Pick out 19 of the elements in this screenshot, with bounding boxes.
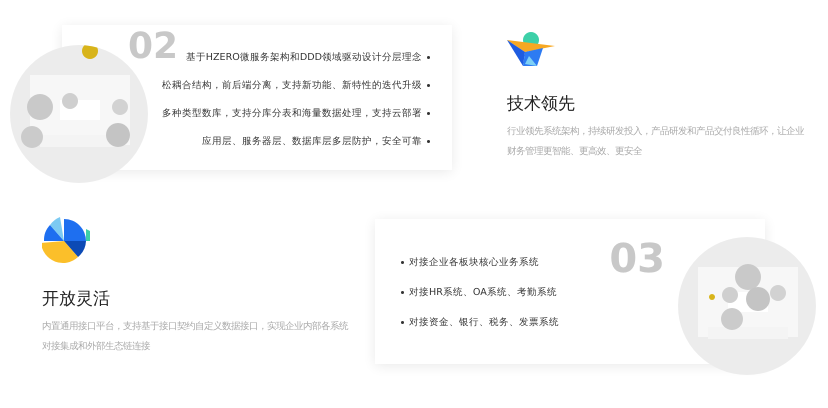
bullet-icon	[427, 140, 430, 143]
bullet-icon	[427, 56, 430, 59]
bullet-point: 对接资金、银行、税务、发票系统	[409, 316, 559, 330]
bullet-icon	[401, 321, 404, 324]
feature-description: 行业领先系统架构，持续研发投入，产品研发和产品交付良性循环，让企业财务管理更智能、更高效、更安全	[507, 125, 806, 159]
bullet-point: 应用层、服务器层、数据库层多层防护，安全可靠	[202, 135, 422, 149]
feature-title: 技术领先	[507, 93, 575, 116]
pie-chart-icon	[42, 217, 90, 265]
bullet-point: 多种类型数库，支持分库分表和海量数据处理，支持云部署	[162, 107, 422, 121]
bullet-icon	[401, 261, 404, 264]
feature-description: 内置通用接口平台，支持基于接口契约自定义数据接口，实现企业内部各系统对接集成和外部生态链连接	[42, 320, 350, 354]
bullet-point: 对接企业各板块核心业务系统	[409, 256, 539, 270]
bullet-icon	[401, 291, 404, 294]
bullet-point: 基于HZERO微服务架构和DDD领域驱动设计分层理念	[186, 51, 422, 65]
bullet-icon	[427, 84, 430, 87]
bullet-icon	[427, 112, 430, 115]
feature-title: 开放灵活	[42, 288, 110, 311]
bullet-point: 对接HR系统、OA系统、考勤系统	[409, 286, 557, 300]
bullet-point: 松耦合结构，前后端分离，支持新功能、新特性的迭代升级	[162, 79, 422, 93]
